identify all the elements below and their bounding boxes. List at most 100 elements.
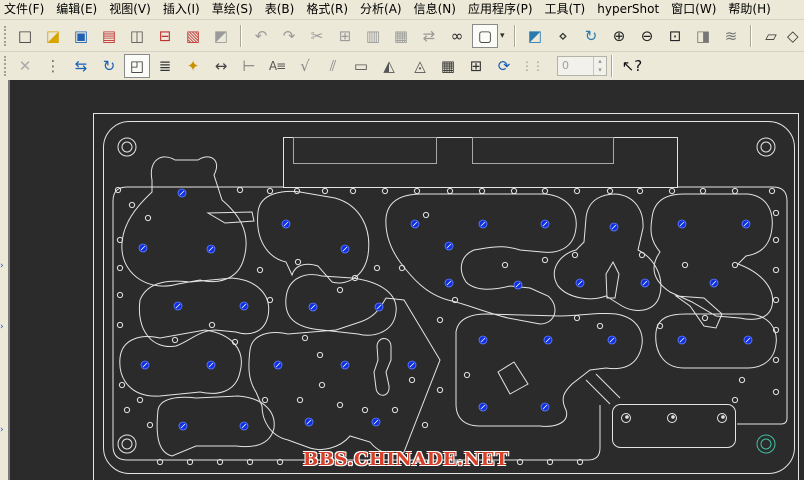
expand-arrow-icon[interactable]: › (0, 262, 6, 271)
cosmetic-button[interactable]: ⋮⋮ (519, 54, 545, 78)
list-button[interactable]: ≣ (152, 54, 178, 78)
find-binoculars-button[interactable]: ∞ (444, 24, 470, 48)
expand-arrow-icon[interactable]: › (0, 426, 6, 435)
spinner-down-icon[interactable]: ▾ (594, 66, 606, 75)
pin-hole (772, 266, 780, 274)
cavity-outline (553, 193, 662, 311)
menu-file[interactable]: 文件(F) (0, 0, 50, 19)
cavity-tab (674, 295, 723, 329)
export-pdf-button[interactable]: ▧ (180, 24, 206, 48)
pin-hole (772, 356, 780, 364)
symbol-icon: ◭ (383, 56, 395, 75)
undo-button[interactable]: ↶ (248, 24, 274, 48)
menu-edit[interactable]: 编辑(E) (50, 0, 103, 19)
paste-button[interactable]: ▥ (360, 24, 386, 48)
mail-button[interactable]: ⊟ (152, 24, 178, 48)
pin-hole (768, 187, 776, 195)
paste-special-button[interactable]: ▦ (388, 24, 414, 48)
spinner-input[interactable]: 0 (558, 57, 593, 75)
spinner-arrows[interactable]: ▴ ▾ (593, 56, 606, 75)
zoom-fit-button[interactable]: ⊡ (662, 24, 688, 48)
text-note-icon: A≡ (268, 58, 286, 73)
cross-section-button[interactable]: ⊞ (463, 54, 489, 78)
save-copy-button[interactable]: ▤ (96, 24, 122, 48)
regenerate-button[interactable]: ⇄ (416, 24, 442, 48)
pin-hole (301, 334, 309, 342)
dimension-button[interactable]: ↔ (208, 54, 234, 78)
dimension-box-icon: ▭ (353, 56, 369, 75)
menu-view[interactable]: 视图(V) (103, 0, 157, 19)
orient-button[interactable]: ◨ (690, 24, 716, 48)
baseline-dimension-button[interactable]: ⊢ (236, 54, 262, 78)
pin-hole (422, 211, 430, 219)
pocket-hole-center (721, 415, 725, 419)
refresh-button[interactable]: ⇆ (68, 54, 94, 78)
rotate-button[interactable]: ⟳ (491, 54, 517, 78)
menu-applications[interactable]: 应用程序(P) (462, 0, 539, 19)
menu-hypershot[interactable]: hyperShot (591, 0, 665, 19)
spinner-up-icon[interactable]: ▴ (594, 57, 606, 66)
toolbar-grip[interactable] (4, 26, 8, 46)
redo-button[interactable]: ↷ (276, 24, 302, 48)
save-button[interactable]: ▣ (68, 24, 94, 48)
zoom-out-button[interactable]: ⊖ (634, 24, 660, 48)
corner-hole-inner (760, 438, 772, 450)
balloon-button[interactable]: ◬ (407, 54, 433, 78)
surface-finish-button[interactable]: √ (292, 54, 318, 78)
rotate-icon: ⟳ (497, 56, 511, 75)
cavity-outline (248, 297, 441, 455)
pin-hole (373, 264, 381, 272)
cavity-tab (206, 211, 255, 224)
zoom-in-button[interactable]: ⊕ (606, 24, 632, 48)
menu-insert[interactable]: 插入(I) (157, 0, 206, 19)
menu-help[interactable]: 帮助(H) (722, 0, 776, 19)
open-folder-button[interactable]: ◪ (40, 24, 66, 48)
select-box-button[interactable]: ▢ (472, 24, 498, 48)
cad-drawing[interactable] (10, 80, 804, 480)
chevron-down-icon[interactable]: ▾ (500, 31, 510, 41)
model-view-button[interactable]: ▱ (758, 24, 784, 48)
layers-button[interactable]: ≋ (718, 24, 744, 48)
show-annotation-button[interactable]: ✦ (180, 54, 206, 78)
save-copy-icon: ▤ (101, 27, 117, 45)
model-tree-button[interactable]: ◰ (124, 53, 150, 78)
close-window-button[interactable]: ✕ (12, 54, 38, 78)
new-file-button[interactable]: □ (12, 24, 38, 48)
pin-hole (772, 388, 780, 396)
menu-window[interactable]: 窗口(W) (665, 0, 722, 19)
copy-button[interactable]: ⊞ (332, 24, 358, 48)
menu-analysis[interactable]: 分析(A) (354, 0, 408, 19)
table-button[interactable]: ▦ (435, 54, 461, 78)
new-file-icon: □ (17, 27, 33, 45)
menu-tools[interactable]: 工具(T) (539, 0, 592, 19)
settings-dropdown-icon: ⋮ (45, 56, 61, 75)
context-help-button[interactable]: ↖? (619, 54, 645, 78)
menu-info[interactable]: 信息(N) (408, 0, 462, 19)
update-button[interactable]: ↻ (96, 54, 122, 78)
expand-arrow-icon[interactable]: › (0, 323, 6, 332)
print-preview-button[interactable]: ◫ (124, 24, 150, 48)
graphics-viewport[interactable] (10, 80, 804, 480)
dimension-box-button[interactable]: ▭ (348, 54, 374, 78)
repaint-button[interactable]: ↻ (578, 24, 604, 48)
symbol-button[interactable]: ◭ (376, 54, 402, 78)
pin-hole (408, 376, 416, 384)
copy-icon: ⊞ (338, 27, 352, 45)
menu-format[interactable]: 格式(R) (300, 0, 354, 19)
pin-hole (501, 261, 509, 269)
toolbar-grip[interactable] (4, 55, 8, 76)
saved-view-button[interactable]: ◇ (786, 24, 800, 48)
display-style-button[interactable]: ◩ (522, 24, 548, 48)
pin-hole (316, 351, 324, 359)
value-spinner[interactable]: 0 ▴ ▾ (557, 55, 607, 76)
cross-section-icon: ⊞ (469, 56, 483, 75)
left-dock-strip[interactable]: › › › (0, 80, 10, 480)
datum-display-button[interactable]: ⋄ (550, 24, 576, 48)
settings-dropdown-button[interactable]: ⋮ (40, 54, 66, 78)
menu-table[interactable]: 表(B) (259, 0, 301, 19)
print-button[interactable]: ◩ (208, 24, 234, 48)
text-note-button[interactable]: A≡ (264, 54, 290, 78)
menu-sketch[interactable]: 草绘(S) (206, 0, 259, 19)
tolerance-button[interactable]: ⫽ (320, 54, 346, 78)
cut-button[interactable]: ✂ (304, 24, 330, 48)
